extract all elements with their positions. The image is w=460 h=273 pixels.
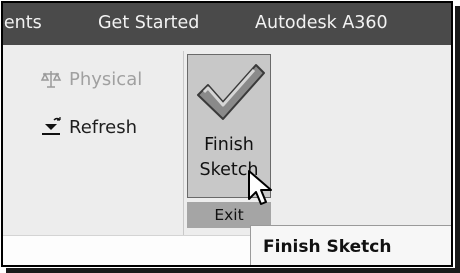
tab-autodesk-a360[interactable]: Autodesk A360: [255, 3, 388, 45]
balance-scale-icon: [39, 67, 63, 91]
mouse-pointer-icon: [248, 170, 272, 205]
screenshot-frame: ients Get Started Autodesk A360 Physical: [1, 1, 453, 267]
finish-sketch-label-line1: Finish: [204, 135, 254, 155]
frame-shadow-right: [455, 6, 460, 273]
physical-command[interactable]: Physical: [39, 67, 142, 91]
tooltip: Finish Sketch: [250, 225, 451, 265]
tab-get-started[interactable]: Get Started: [98, 3, 199, 45]
refresh-icon: [39, 115, 63, 139]
physical-label: Physical: [69, 68, 143, 90]
refresh-command[interactable]: Refresh: [39, 115, 137, 139]
refresh-label: Refresh: [69, 116, 137, 138]
checkmark-icon: [197, 64, 265, 120]
tab-environments[interactable]: ients: [3, 3, 42, 45]
frame-shadow-bottom: [6, 268, 460, 273]
ribbon-tab-bar: ients Get Started Autodesk A360: [3, 3, 451, 45]
